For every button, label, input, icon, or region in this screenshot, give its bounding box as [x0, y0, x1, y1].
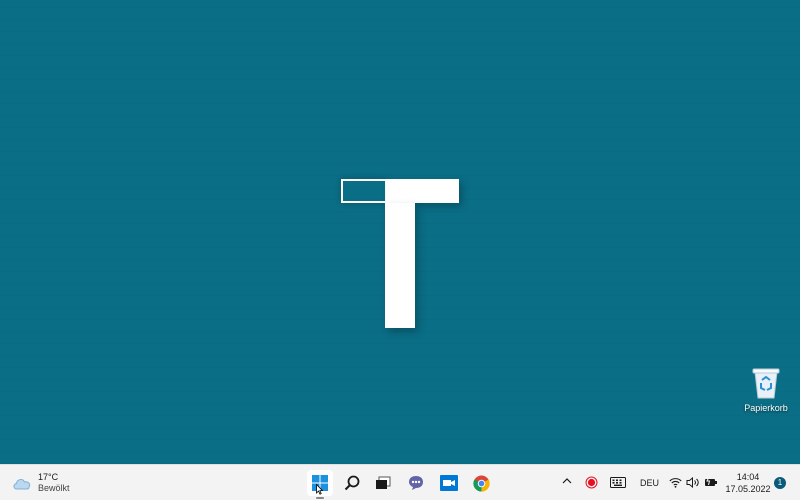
recycle-bin-icon	[752, 368, 780, 399]
recycle-bin[interactable]: Papierkorb	[738, 366, 794, 424]
meet-now-button[interactable]	[436, 470, 462, 496]
meet-now-icon	[440, 475, 458, 491]
desktop: Papierkorb	[0, 0, 800, 464]
cloud-icon	[13, 479, 31, 490]
wifi-icon[interactable]	[669, 477, 682, 488]
volume-icon[interactable]	[686, 477, 700, 488]
notification-badge[interactable]: 1	[774, 477, 786, 489]
weather-temperature: 17°C	[38, 472, 59, 482]
recycle-bin-label: Papierkorb	[744, 403, 788, 413]
chrome-button[interactable]	[468, 470, 494, 496]
clock-date: 17.05.2022	[725, 484, 771, 494]
task-view-icon	[376, 476, 391, 489]
start-active-indicator	[316, 497, 324, 499]
keyboard-icon[interactable]	[610, 477, 626, 488]
input-language[interactable]: DEU	[640, 478, 659, 488]
chat-icon	[409, 476, 423, 490]
t-logo-bar-outline	[341, 179, 387, 203]
t-logo	[0, 0, 800, 464]
clock-time: 14:04	[736, 472, 760, 482]
chat-button[interactable]	[403, 470, 429, 496]
battery-charging-icon[interactable]	[704, 476, 718, 488]
chrome-icon	[472, 474, 490, 492]
record-icon[interactable]	[585, 476, 598, 489]
weather-widget[interactable]: 17°C Bewölkt	[12, 471, 70, 495]
chevron-up-icon[interactable]	[561, 474, 573, 488]
t-logo-stem	[385, 203, 415, 328]
task-view-button[interactable]	[370, 470, 396, 496]
t-logo-bar	[386, 179, 459, 203]
search-icon	[344, 475, 360, 491]
search-button[interactable]	[339, 470, 365, 496]
mouse-cursor-icon	[316, 484, 323, 495]
weather-condition: Bewölkt	[38, 483, 70, 493]
clock[interactable]: 14:04 17.05.2022	[722, 471, 774, 495]
